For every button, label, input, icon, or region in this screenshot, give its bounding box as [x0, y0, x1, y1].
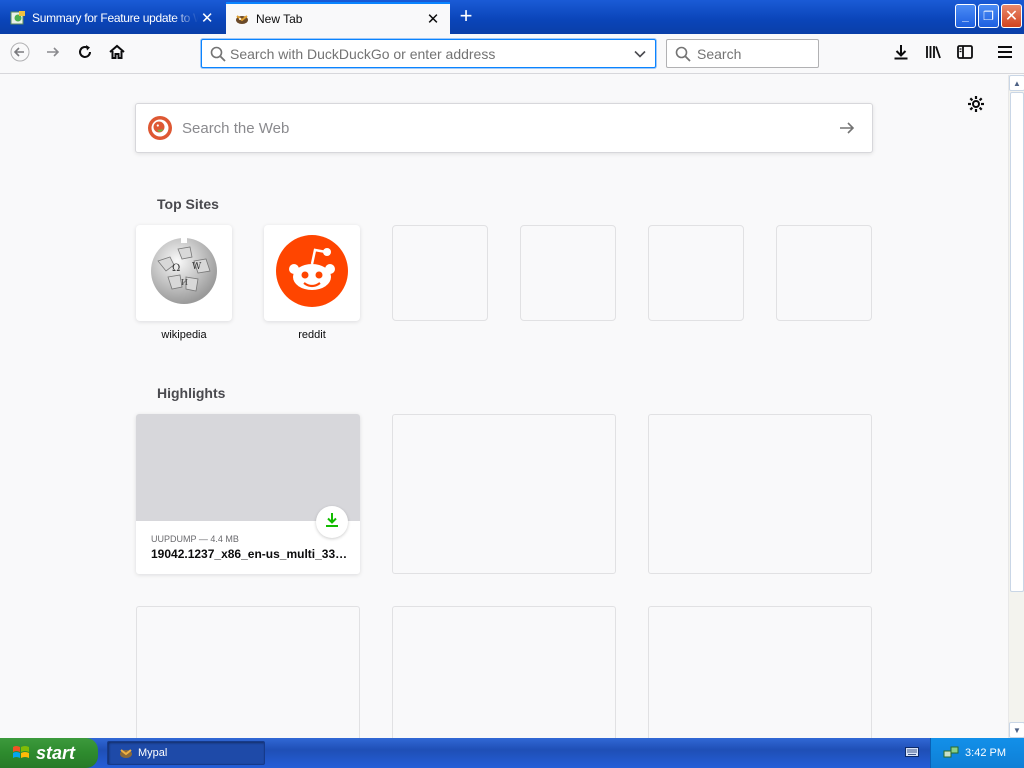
new-tab-page: Top Sites Ω W И wikipedia	[0, 75, 1008, 738]
forward-button[interactable]	[39, 40, 67, 68]
svg-text:W: W	[192, 262, 202, 272]
highlight-card-empty	[648, 414, 872, 574]
top-site-wikipedia[interactable]: Ω W И wikipedia	[136, 225, 232, 341]
library-icon	[924, 43, 942, 66]
top-site-tile[interactable]	[264, 225, 360, 321]
highlight-card-empty	[648, 606, 872, 738]
tab-title: Summary for Feature update to Windows	[32, 11, 198, 25]
reload-icon	[76, 43, 94, 66]
highlight-thumbnail	[136, 414, 360, 521]
close-window-button[interactable]: ✕	[1001, 4, 1022, 28]
highlight-meta: UUPDUMP — 4.4 MB	[151, 534, 239, 544]
nav-toolbar	[0, 34, 1024, 74]
top-site-label: reddit	[298, 329, 326, 341]
top-site-empty[interactable]	[520, 225, 616, 321]
highlight-card-empty	[392, 414, 616, 574]
top-sites-heading: Top Sites	[157, 196, 219, 212]
page-favicon-icon	[10, 10, 26, 26]
top-site-label: wikipedia	[161, 329, 207, 341]
highlight-card-download[interactable]: UUPDUMP — 4.4 MB 19042.1237_x86_en-us_mu…	[136, 414, 360, 574]
tab-title: New Tab	[256, 12, 303, 26]
empty-tile[interactable]	[520, 225, 616, 321]
empty-tile[interactable]	[392, 225, 488, 321]
duckduckgo-logo-icon	[148, 116, 172, 140]
keyboard-icon[interactable]	[905, 746, 919, 758]
highlight-card-empty	[136, 606, 360, 738]
home-button[interactable]	[103, 40, 131, 68]
hamburger-menu-icon	[996, 43, 1014, 66]
back-button[interactable]	[6, 40, 34, 68]
download-badge	[316, 506, 348, 538]
sidebar-button[interactable]	[951, 40, 979, 68]
tab-close-icon[interactable]: ✕	[424, 10, 442, 28]
wikipedia-globe-icon: Ω W И	[148, 235, 220, 312]
svg-text:И: И	[181, 278, 188, 287]
system-tray: 3:42 PM	[930, 738, 1024, 768]
new-tab-button[interactable]: +	[454, 5, 478, 29]
clock[interactable]: 3:42 PM	[965, 747, 1006, 759]
windows-logo-icon	[12, 744, 30, 762]
search-icon	[675, 46, 691, 62]
chevron-down-icon[interactable]	[633, 47, 647, 61]
url-input[interactable]	[230, 45, 633, 62]
home-icon	[108, 43, 126, 66]
top-site-empty[interactable]	[776, 225, 872, 321]
empty-tile[interactable]	[648, 225, 744, 321]
taskbar: start Mypal 3:42 PM	[0, 738, 1024, 768]
search-icon	[210, 46, 226, 62]
tab-close-icon[interactable]: ✕	[198, 9, 216, 27]
svg-text:Ω: Ω	[172, 263, 180, 274]
start-button[interactable]: start	[0, 738, 98, 768]
download-icon	[324, 512, 340, 533]
highlight-title: 19042.1237_x86_en-us_multi_33d7c5d6_conv…	[151, 547, 351, 561]
arrow-right-icon[interactable]	[838, 119, 856, 137]
maximize-button[interactable]: ❐	[978, 4, 999, 28]
downloads-button[interactable]	[887, 40, 915, 68]
arrow-right-icon	[44, 43, 62, 66]
download-icon	[892, 43, 910, 66]
highlights-heading: Highlights	[157, 385, 226, 401]
network-icon[interactable]	[943, 745, 959, 761]
search-bar[interactable]	[666, 39, 878, 68]
web-search-input[interactable]	[182, 119, 838, 137]
library-button[interactable]	[919, 40, 947, 68]
start-label: start	[36, 742, 76, 763]
url-bar[interactable]	[201, 39, 656, 68]
reload-button[interactable]	[71, 40, 99, 68]
minimize-button[interactable]: _	[955, 4, 976, 28]
highlight-card-empty	[392, 606, 616, 738]
sidebar-icon	[956, 43, 974, 66]
mypal-favicon-icon	[118, 745, 134, 761]
gear-icon[interactable]	[966, 94, 986, 114]
scroll-up-arrow-icon[interactable]: ▲	[1009, 75, 1024, 91]
empty-tile[interactable]	[776, 225, 872, 321]
vertical-scrollbar[interactable]: ▲ ▼	[1008, 75, 1024, 738]
tab-strip: Summary for Feature update to Windows ✕ …	[0, 0, 1024, 34]
scrollbar-thumb[interactable]	[1010, 92, 1024, 592]
taskbar-item-mypal[interactable]: Mypal	[107, 741, 265, 765]
scroll-down-arrow-icon[interactable]: ▼	[1009, 722, 1024, 738]
mypal-favicon-icon	[234, 11, 250, 27]
top-site-empty[interactable]	[392, 225, 488, 321]
web-search-box[interactable]	[135, 103, 873, 153]
browser-window: Summary for Feature update to Windows ✕ …	[0, 0, 1024, 738]
tab-new-tab[interactable]: New Tab ✕	[226, 2, 450, 34]
menu-button[interactable]	[991, 40, 1019, 68]
taskbar-item-label: Mypal	[138, 747, 168, 759]
reddit-alien-icon	[276, 234, 348, 312]
top-site-empty[interactable]	[648, 225, 744, 321]
top-site-tile[interactable]: Ω W И	[136, 225, 232, 321]
top-site-reddit[interactable]: reddit	[264, 225, 360, 341]
tab-summary[interactable]: Summary for Feature update to Windows ✕	[2, 2, 224, 34]
arrow-left-icon	[10, 42, 30, 67]
search-input[interactable]	[697, 45, 878, 62]
